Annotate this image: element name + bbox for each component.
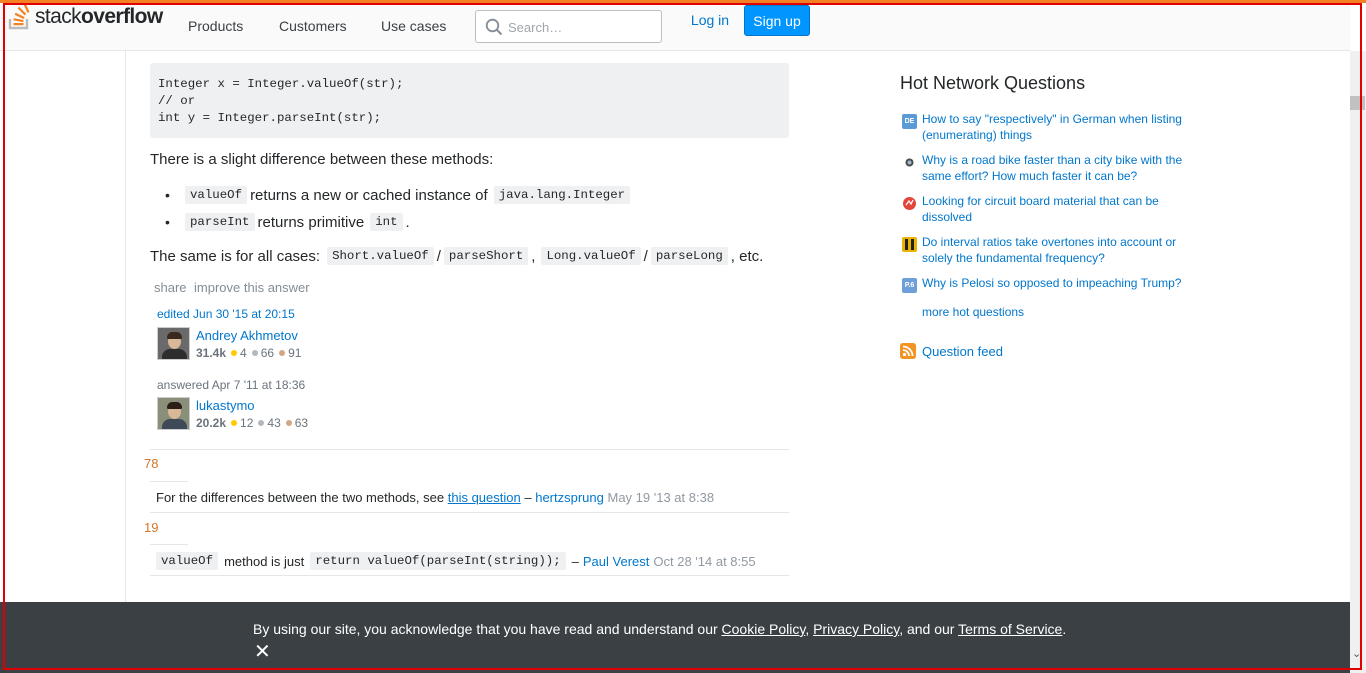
comment-date[interactable]: Oct 28 '14 at 8:55 xyxy=(653,554,755,569)
question-feed-link[interactable]: Question feed xyxy=(922,344,1003,359)
improve-answer-link[interactable]: improve this answer xyxy=(194,280,310,295)
search-input[interactable] xyxy=(508,17,653,37)
login-button[interactable]: Log in xyxy=(686,5,734,34)
inline-code: java.lang.Integer xyxy=(493,186,631,204)
bullet-text: returns primitive xyxy=(257,213,365,231)
scrollbar-thumb[interactable] xyxy=(1350,96,1365,110)
comment-score: 78 xyxy=(144,456,159,471)
answered-timestamp: answered Apr 7 '11 at 18:36 xyxy=(157,378,306,392)
comment-link[interactable]: this question xyxy=(448,490,521,505)
hot-question-link[interactable]: Looking for circuit board material that … xyxy=(922,194,1192,225)
stack-logo-icon xyxy=(8,4,30,30)
comment-date[interactable]: May 19 '13 at 8:38 xyxy=(608,490,715,505)
divider xyxy=(150,481,188,482)
hot-question-link[interactable]: Why is Pelosi so opposed to impeaching T… xyxy=(922,276,1192,292)
vertical-scrollbar[interactable] xyxy=(1350,51,1366,673)
avatar[interactable] xyxy=(157,397,190,430)
bullet-text: returns a new or cached instance of xyxy=(250,186,488,204)
left-column-divider xyxy=(125,51,126,611)
site-logo[interactable]: stackoverflow xyxy=(8,4,163,30)
hot-question-item[interactable]: P.6 Why is Pelosi so opposed to impeachi… xyxy=(900,276,1200,294)
editor-name[interactable]: Andrey Akhmetov xyxy=(196,328,298,343)
author-name[interactable]: lukastymo xyxy=(196,398,255,413)
cookie-policy-link[interactable]: Cookie Policy xyxy=(722,621,806,637)
site-header: stackoverflow Products Customers Use cas… xyxy=(0,0,1350,51)
bullet-dot: • xyxy=(165,187,170,203)
hot-question-link[interactable]: Do interval ratios take overtones into a… xyxy=(922,235,1192,266)
inline-code: Long.valueOf xyxy=(541,247,641,265)
comment: valueOf method is just return valueOf(pa… xyxy=(156,552,756,570)
terms-of-service-link[interactable]: Terms of Service xyxy=(958,621,1062,637)
search-icon xyxy=(485,18,503,36)
comment-score: 19 xyxy=(144,520,159,535)
hot-question-link[interactable]: Why is a road bike faster than a city bi… xyxy=(922,153,1192,184)
more-hot-questions-link[interactable]: more hot questions xyxy=(922,305,1024,319)
search-box xyxy=(475,10,662,43)
inline-code: parseInt xyxy=(185,213,255,231)
nav-products[interactable]: Products xyxy=(188,18,243,34)
comment-user[interactable]: Paul Verest xyxy=(583,554,650,569)
separator: / xyxy=(643,247,648,265)
inline-code: int xyxy=(370,213,403,231)
comments-divider xyxy=(150,449,789,450)
same-prefix: The same is for all cases: xyxy=(150,247,321,265)
author-signature: answered Apr 7 '11 at 18:36 lukastymo 20… xyxy=(157,378,357,433)
avatar[interactable] xyxy=(157,327,190,360)
comment-divider xyxy=(150,512,789,513)
cookie-notice: By using our site, you acknowledge that … xyxy=(253,621,1067,637)
hot-question-item[interactable]: Do interval ratios take overtones into a… xyxy=(900,235,1200,267)
comment-user[interactable]: hertzsprung xyxy=(535,490,604,505)
same-tail: , etc. xyxy=(730,247,764,265)
bullet-tail: . xyxy=(405,213,410,231)
separator: / xyxy=(436,247,441,265)
hot-network-questions-title: Hot Network Questions xyxy=(900,73,1086,93)
music-site-icon xyxy=(902,237,917,252)
electronics-site-icon xyxy=(902,196,917,211)
edited-timestamp[interactable]: edited Jun 30 '15 at 20:15 xyxy=(157,307,357,321)
code-block: Integer x = Integer.valueOf(str); // or … xyxy=(150,63,789,138)
separator: , xyxy=(531,247,536,265)
politics-site-icon: P.6 xyxy=(902,278,917,293)
site-icon: DE xyxy=(902,114,917,129)
inline-code: Short.valueOf xyxy=(327,247,434,265)
bullet-dot: • xyxy=(165,214,170,230)
list-item: • valueOf returns a new or cached instan… xyxy=(165,186,633,204)
list-item: • parseInt returns primitive int . xyxy=(165,213,410,231)
comment: For the differences between the two meth… xyxy=(156,490,715,505)
bicycle-site-icon xyxy=(902,155,917,170)
hot-question-item[interactable]: DE How to say "respectively" in German w… xyxy=(900,112,1200,144)
author-reputation: 20.2k 12 43 63 xyxy=(196,416,309,430)
share-link[interactable]: share xyxy=(154,280,187,295)
nav-use-cases[interactable]: Use cases xyxy=(381,18,446,34)
comment-divider xyxy=(150,575,789,576)
nav-customers[interactable]: Customers xyxy=(279,18,347,34)
hot-question-item[interactable]: Why is a road bike faster than a city bi… xyxy=(900,153,1200,185)
editor-signature: edited Jun 30 '15 at 20:15 Andrey Akhmet… xyxy=(157,307,357,362)
close-icon[interactable]: ✕ xyxy=(254,639,271,664)
hot-question-item[interactable]: Looking for circuit board material that … xyxy=(900,194,1200,226)
editor-reputation: 31.4k 4 66 91 xyxy=(196,346,302,360)
inline-code: parseLong xyxy=(650,247,728,265)
cookie-banner: By using our site, you acknowledge that … xyxy=(0,602,1350,673)
answer-intro: There is a slight difference between the… xyxy=(150,151,494,168)
answer-same-line: The same is for all cases: Short.valueOf… xyxy=(150,247,763,265)
top-accent-bar xyxy=(0,0,1366,3)
signup-button[interactable]: Sign up xyxy=(744,5,810,36)
inline-code: parseShort xyxy=(443,247,529,265)
privacy-policy-link[interactable]: Privacy Policy xyxy=(813,621,899,637)
rss-icon xyxy=(900,343,916,359)
inline-code: valueOf xyxy=(185,186,248,204)
logo-wordmark: stackoverflow xyxy=(35,5,163,28)
question-feed[interactable]: Question feed xyxy=(900,343,1003,359)
divider xyxy=(150,544,188,545)
scroll-down-arrow-icon[interactable]: ⌄ xyxy=(1352,647,1361,660)
hot-question-link[interactable]: How to say "respectively" in German when… xyxy=(922,112,1192,143)
